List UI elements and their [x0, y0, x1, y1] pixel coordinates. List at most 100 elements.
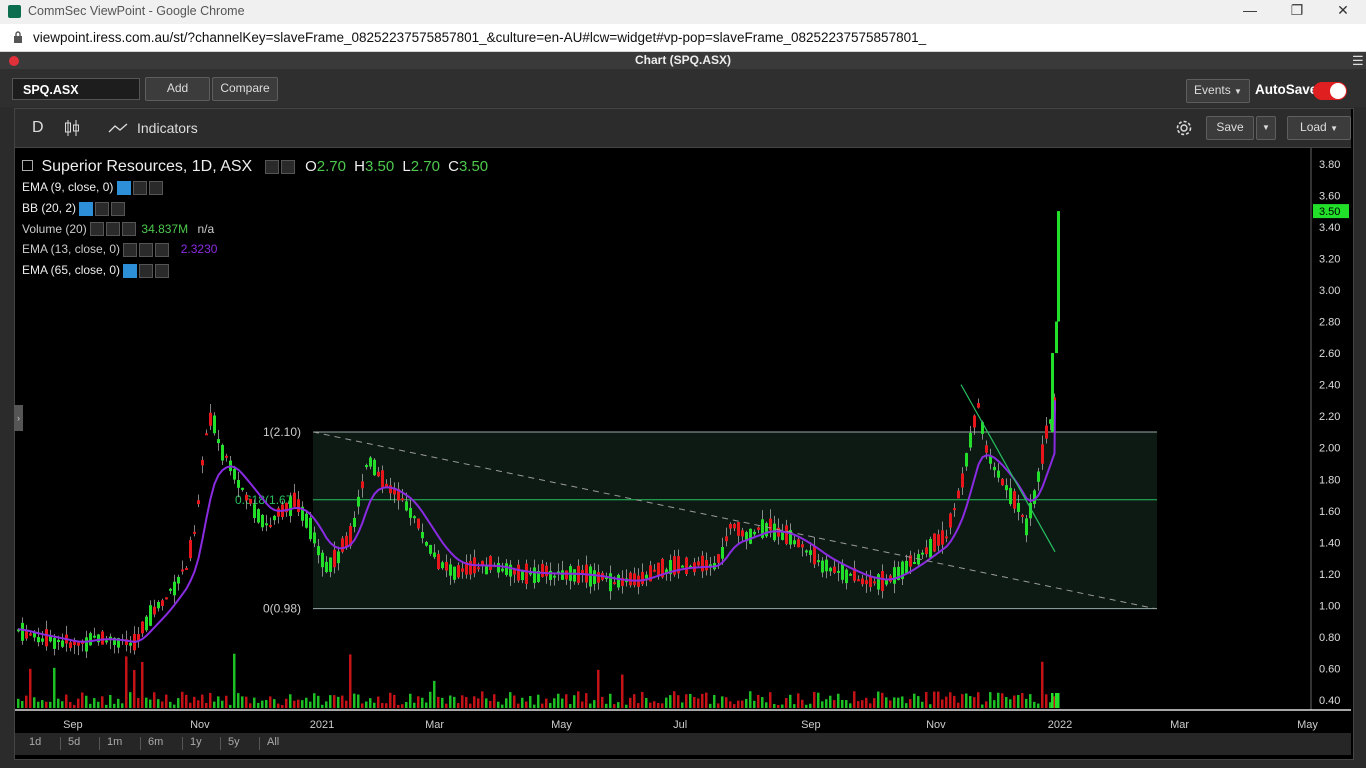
x-tick-label: Nov — [926, 719, 946, 731]
volume-bar — [693, 696, 696, 708]
candle-body — [645, 574, 648, 579]
y-axis-bg — [1311, 148, 1351, 733]
volume-bar — [401, 704, 404, 708]
close-icon[interactable]: ✕ — [1333, 2, 1353, 19]
volume-bar — [969, 696, 972, 708]
candle-body — [865, 580, 868, 585]
volume-bar — [189, 702, 192, 708]
eye-icon[interactable] — [264, 159, 279, 174]
y-tick-label: 3.40 — [1319, 222, 1340, 234]
volume-bar — [641, 691, 644, 708]
volume-bar — [69, 701, 72, 708]
gear-icon[interactable] — [139, 264, 154, 279]
candle-body — [377, 471, 380, 477]
volume-bar — [909, 699, 912, 708]
remove-icon[interactable] — [122, 222, 137, 237]
autosave-toggle[interactable] — [1313, 82, 1347, 100]
volume-bar — [297, 699, 300, 708]
volume-bar — [229, 704, 232, 708]
range-button-5d[interactable]: 5d — [68, 736, 80, 748]
volume-bar — [857, 701, 860, 708]
gear-icon[interactable] — [95, 201, 110, 216]
candle-body — [753, 531, 756, 535]
minimize-icon[interactable]: — — [1240, 2, 1260, 18]
volume-bar — [1037, 703, 1040, 708]
range-button-all[interactable]: All — [267, 736, 279, 748]
range-button-1m[interactable]: 1m — [107, 736, 122, 748]
candle-body — [729, 524, 732, 529]
collapse-icon[interactable] — [22, 160, 33, 171]
volume-bar — [813, 691, 816, 708]
eye-icon[interactable] — [116, 180, 131, 195]
eye-icon[interactable] — [90, 222, 105, 237]
volume-bar — [337, 696, 340, 708]
address-bar[interactable]: viewpoint.iress.com.au/st/?channelKey=sl… — [0, 24, 1366, 52]
candle-body — [237, 479, 240, 488]
chevron-down-icon: ▼ — [1234, 87, 1242, 96]
volume-bar — [437, 696, 440, 708]
volume-bar — [409, 693, 412, 708]
range-button-5y[interactable]: 5y — [228, 736, 240, 748]
gear-icon[interactable] — [132, 180, 147, 195]
gear-icon[interactable] — [280, 159, 295, 174]
settings-gear-icon[interactable] — [1174, 118, 1194, 138]
candle-body — [629, 572, 632, 586]
gear-icon[interactable] — [106, 222, 121, 237]
candle-body — [1037, 471, 1040, 482]
volume-bar — [629, 697, 632, 708]
remove-icon[interactable] — [111, 201, 126, 216]
volume-bar — [965, 693, 968, 708]
indicators-button[interactable]: Indicators — [137, 120, 198, 136]
volume-bar — [565, 694, 568, 708]
volume-bar — [1025, 698, 1028, 708]
remove-icon[interactable] — [155, 264, 170, 279]
x-tick-label: Sep — [63, 719, 83, 731]
menu-icon[interactable]: ☰ — [1352, 53, 1364, 69]
eye-icon[interactable] — [79, 201, 94, 216]
volume-bar — [33, 697, 36, 708]
volume-bar — [961, 694, 964, 708]
url-text[interactable]: viewpoint.iress.com.au/st/?channelKey=sl… — [33, 30, 926, 45]
volume-bar — [757, 694, 760, 708]
restore-icon[interactable]: ❐ — [1287, 2, 1307, 19]
volume-bar — [797, 693, 800, 708]
interval-button[interactable]: D — [32, 119, 44, 137]
volume-bar — [673, 691, 676, 708]
side-panel-expand-icon[interactable]: › — [14, 405, 23, 431]
candle-body — [165, 597, 168, 600]
compare-button[interactable]: Compare — [212, 77, 278, 101]
candle-body — [725, 536, 728, 542]
eye-icon[interactable] — [123, 264, 138, 279]
candle-body — [425, 542, 428, 546]
range-button-6m[interactable]: 6m — [148, 736, 163, 748]
volume-bar — [281, 704, 284, 708]
range-button-1d[interactable]: 1d — [29, 736, 41, 748]
save-button[interactable]: Save — [1206, 116, 1254, 140]
volume-bar — [333, 695, 336, 708]
volume-bar — [785, 698, 788, 708]
symbol-input[interactable]: SPQ.ASX — [12, 78, 140, 100]
volume-bar — [937, 691, 940, 708]
candle-body — [977, 403, 980, 408]
eye-icon[interactable] — [123, 243, 138, 258]
events-dropdown[interactable]: Events ▼ — [1186, 79, 1250, 103]
remove-icon[interactable] — [148, 180, 163, 195]
load-dropdown[interactable]: Load ▼ — [1287, 116, 1351, 140]
range-button-1y[interactable]: 1y — [190, 736, 202, 748]
remove-icon[interactable] — [155, 243, 170, 258]
volume-bar — [205, 703, 208, 708]
candle-body — [841, 563, 844, 580]
candle-body — [457, 565, 460, 578]
add-button[interactable]: Add — [145, 77, 210, 101]
candlestick-icon[interactable] — [64, 119, 80, 137]
candle-body — [149, 605, 152, 626]
indicators-icon[interactable] — [108, 123, 128, 133]
save-options-chevron-icon[interactable]: ▼ — [1256, 116, 1276, 140]
indicator-value: 34.837M — [141, 221, 189, 236]
volume-bar — [141, 661, 144, 708]
volume-bar — [1029, 694, 1032, 708]
candle-body — [573, 569, 576, 582]
gear-icon[interactable] — [139, 243, 154, 258]
candle-body — [361, 481, 364, 489]
y-tick-label: 1.20 — [1319, 569, 1340, 581]
